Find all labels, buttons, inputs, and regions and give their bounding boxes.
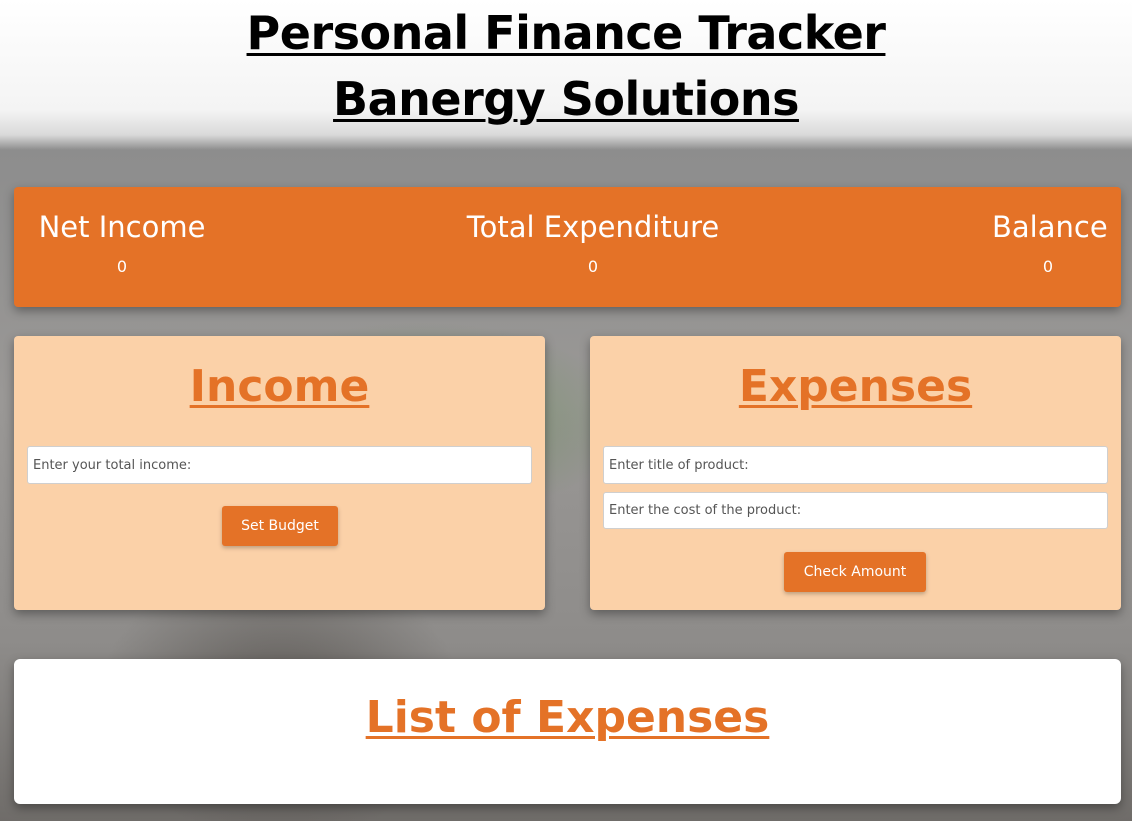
net-income-summary: Net Income 0	[32, 207, 212, 276]
income-card: Income Set Budget	[14, 336, 545, 610]
total-expenditure-summary: Total Expenditure 0	[466, 207, 720, 276]
expenses-title: Expenses	[738, 361, 973, 412]
balance-label: Balance	[992, 210, 1108, 244]
expense-list-title: List of Expenses	[365, 692, 770, 743]
income-title: Income	[189, 361, 370, 412]
summary-bar: Net Income 0 Total Expenditure 0 Balance…	[14, 187, 1121, 307]
page-subtitle: Banergy Solutions	[333, 72, 799, 126]
page-header: Personal Finance Tracker Banergy Solutio…	[0, 0, 1132, 132]
expenses-card: Expenses Check Amount	[590, 336, 1121, 610]
total-expenditure-value: 0	[587, 257, 599, 276]
balance-value: 0	[1042, 257, 1054, 276]
expense-list-card: List of Expenses	[14, 659, 1121, 804]
set-budget-button[interactable]: Set Budget	[222, 506, 338, 546]
check-amount-button[interactable]: Check Amount	[784, 552, 926, 592]
net-income-label: Net Income	[38, 210, 206, 244]
income-input[interactable]	[27, 446, 532, 484]
net-income-value: 0	[116, 257, 128, 276]
total-expenditure-label: Total Expenditure	[466, 210, 720, 244]
product-cost-input[interactable]	[603, 492, 1108, 529]
balance-summary: Balance 0	[992, 207, 1108, 276]
page-title: Personal Finance Tracker	[246, 6, 886, 60]
product-title-input[interactable]	[603, 446, 1108, 484]
